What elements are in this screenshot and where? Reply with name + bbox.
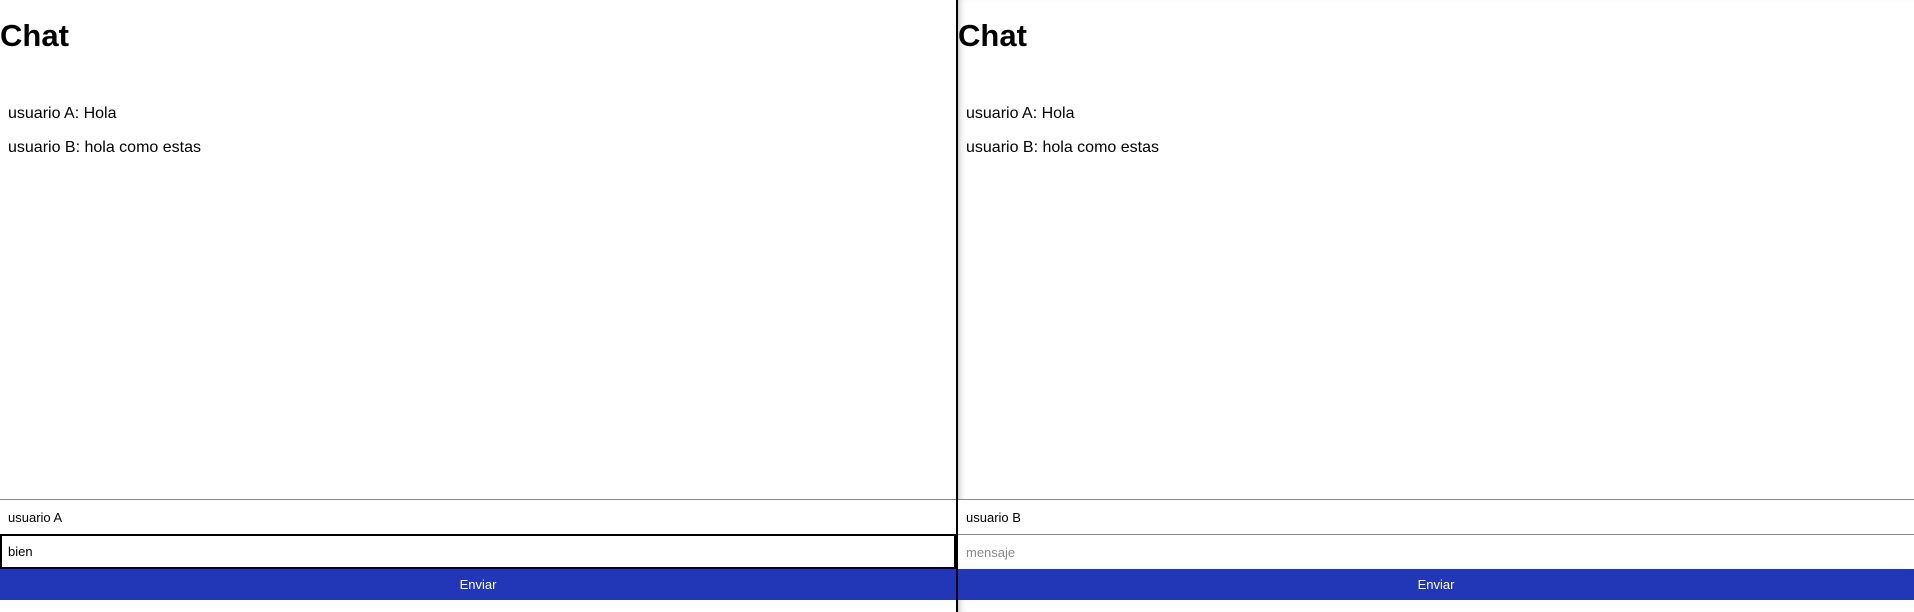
- message-item: usuario B: hola como estas: [8, 139, 201, 156]
- screen: Chat usuario A: Hola usuario B: hola com…: [0, 0, 1914, 612]
- message-input[interactable]: [0, 534, 956, 569]
- chat-form: Enviar: [0, 499, 956, 600]
- chat-pane-left: Chat usuario A: Hola usuario B: hola com…: [0, 0, 958, 612]
- message-input[interactable]: [958, 534, 1914, 569]
- chat-pane-right: Chat usuario A: Hola usuario B: hola com…: [958, 0, 1914, 612]
- send-button[interactable]: Enviar: [0, 569, 956, 600]
- send-button[interactable]: Enviar: [958, 569, 1914, 600]
- page-title: Chat: [958, 18, 1027, 53]
- page-title: Chat: [0, 18, 69, 53]
- message-list: usuario A: Hola usuario B: hola como est…: [8, 104, 201, 172]
- message-item: usuario B: hola como estas: [966, 139, 1159, 156]
- message-item: usuario A: Hola: [966, 105, 1075, 122]
- message-item: usuario A: Hola: [8, 105, 117, 122]
- message-list: usuario A: Hola usuario B: hola como est…: [966, 104, 1159, 172]
- username-input[interactable]: [958, 499, 1914, 534]
- username-input[interactable]: [0, 499, 956, 534]
- chat-form: Enviar: [958, 499, 1914, 600]
